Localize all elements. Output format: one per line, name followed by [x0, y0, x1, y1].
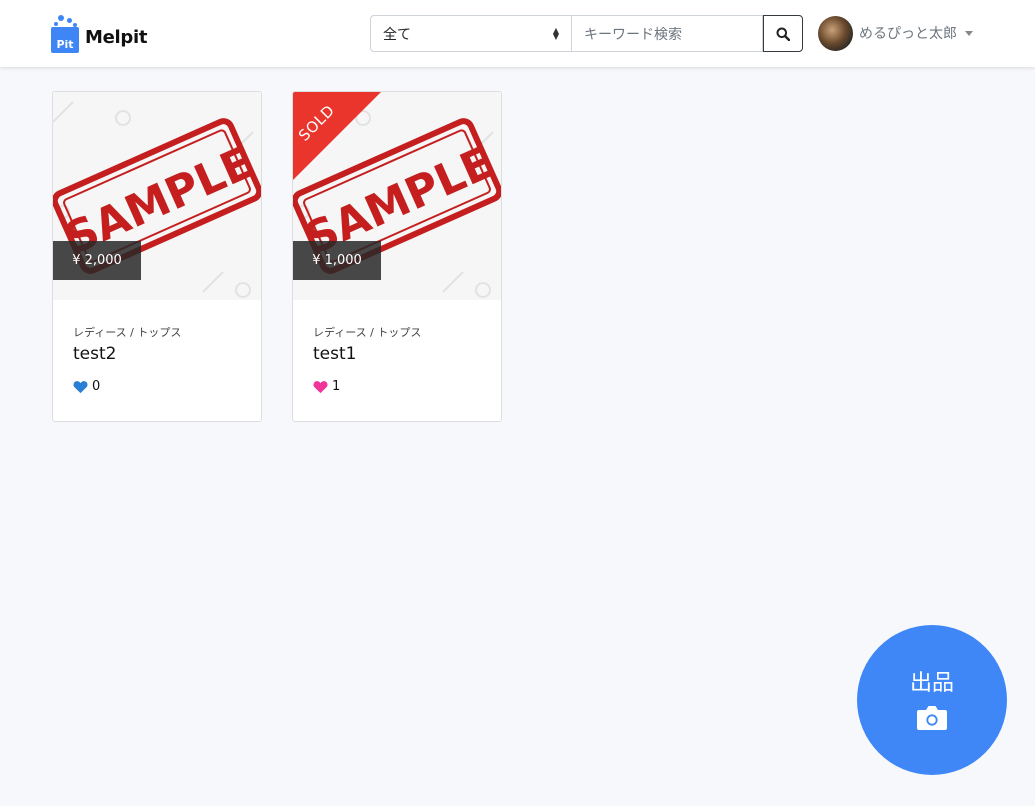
like-count: 1 — [313, 379, 340, 394]
like-count-value: 0 — [92, 379, 101, 394]
search-form: 全て ▲ ▼ キーワード検索 — [370, 15, 803, 52]
price-tag: ¥ 1,000 — [293, 241, 381, 280]
navbar: Pit Melpit 全て ▲ ▼ キーワード検索 めるぴっと太郎 — [0, 0, 1035, 67]
user-name: めるぴっと太郎 — [859, 26, 957, 42]
item-category: レディース / トップス — [313, 326, 422, 339]
camera-icon — [917, 706, 947, 730]
brand-logo-link[interactable]: Pit Melpit — [51, 14, 147, 54]
item-card[interactable]: SAMPLE SOLD ¥ 1,000 レディース / トップス test1 1 — [292, 91, 502, 422]
brand-name: Melpit — [85, 26, 148, 48]
select-arrows-icon: ▲ ▼ — [552, 25, 559, 41]
caret-down-icon — [965, 30, 973, 36]
sold-ribbon: SOLD — [293, 92, 381, 180]
logo-text: Pit — [51, 27, 79, 53]
category-select-value: 全て — [383, 26, 411, 43]
item-category: レディース / トップス — [73, 326, 182, 339]
search-icon — [776, 27, 790, 41]
like-count: 0 — [73, 379, 100, 394]
heart-icon — [73, 380, 88, 393]
search-button[interactable] — [763, 15, 803, 52]
item-title: test2 — [73, 344, 117, 364]
heart-icon — [313, 380, 328, 393]
keyword-search-input[interactable]: キーワード検索 — [571, 15, 763, 52]
item-image: SAMPLE SOLD ¥ 1,000 — [293, 92, 501, 300]
user-menu-dropdown[interactable]: めるぴっと太郎 — [818, 15, 973, 51]
keyword-placeholder: キーワード検索 — [584, 26, 682, 43]
price-tag: ¥ 2,000 — [53, 241, 141, 280]
sell-button-label: 出品 — [909, 671, 954, 696]
item-title: test1 — [313, 344, 357, 364]
like-count-value: 1 — [332, 379, 341, 394]
sell-button[interactable]: 出品 — [857, 625, 1007, 775]
item-card[interactable]: SAMPLE ¥ 2,000 レディース / トップス test2 0 — [52, 91, 262, 422]
category-select[interactable]: 全て ▲ ▼ — [370, 15, 571, 52]
melpit-logo-icon: Pit — [51, 14, 81, 54]
avatar — [818, 15, 853, 51]
item-image: SAMPLE ¥ 2,000 — [53, 92, 261, 300]
